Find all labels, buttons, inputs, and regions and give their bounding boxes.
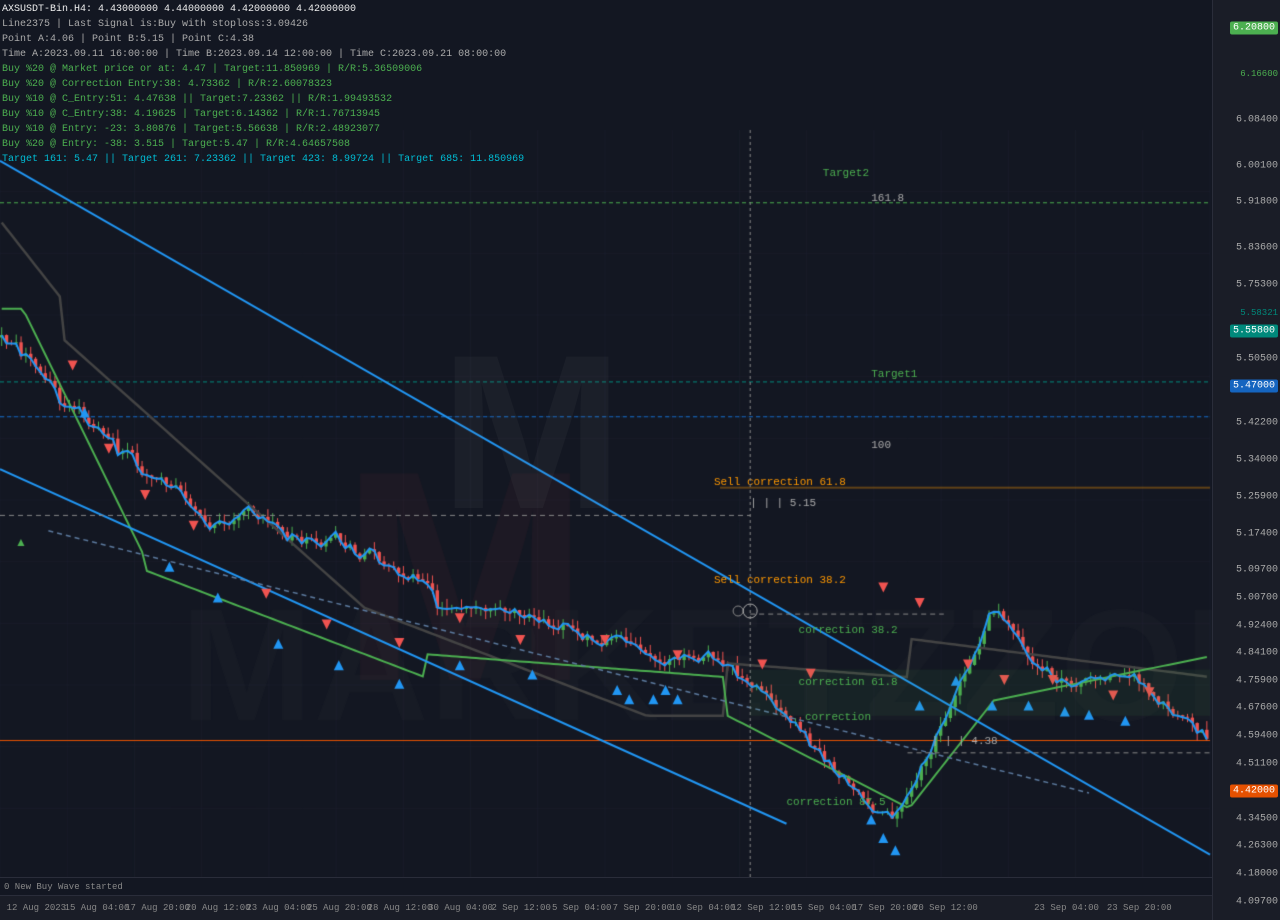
price-5470: 5.47000 [1230,380,1278,393]
bottom-bar-text: 0 New Buy Wave started [4,882,123,892]
time-4: 23 Aug 04:00 [246,903,311,913]
time-10: 7 Sep 20:00 [613,903,672,913]
time-13: 15 Sep 04:00 [792,903,857,913]
price-4097: 4.09700 [1236,896,1278,907]
bottom-bar: 0 New Buy Wave started [0,877,1212,895]
price-5918: 5.91800 [1236,197,1278,208]
time-11: 10 Sep 04:00 [671,903,736,913]
price-4676: 4.67600 [1236,703,1278,714]
time-axis: 12 Aug 2023 15 Aug 04:00 17 Aug 20:00 20… [0,895,1212,920]
price-6166: 6.16600 [1240,69,1278,79]
price-5007: 5.00700 [1236,593,1278,604]
price-4594: 4.59400 [1236,731,1278,742]
price-4345: 4.34500 [1236,813,1278,824]
time-15: 20 Sep 12:00 [913,903,978,913]
time-3: 20 Aug 12:00 [186,903,251,913]
time-17: 23 Sep 20:00 [1107,903,1172,913]
price-6084: 6.08400 [1236,114,1278,125]
price-4180: 4.18000 [1236,869,1278,880]
price-5505: 5.50500 [1236,353,1278,364]
chart-container: M AXSUSDT-Bin.H4: 4.43000000 4.44000000 … [0,0,1280,920]
price-5340: 5.34000 [1236,455,1278,466]
time-7: 30 Aug 04:00 [428,903,493,913]
price-4263: 4.26300 [1236,841,1278,852]
time-12: 12 Sep 12:00 [731,903,796,913]
price-4420: 4.42000 [1230,785,1278,798]
time-0: 12 Aug 2023 [7,903,66,913]
price-6208: 6.20800 [1230,21,1278,34]
chart-canvas [0,0,1280,920]
price-5174: 5.17400 [1236,528,1278,539]
price-6001: 6.00100 [1236,160,1278,171]
time-8: 2 Sep 12:00 [491,903,550,913]
price-4924: 4.92400 [1236,620,1278,631]
time-1: 15 Aug 04:00 [65,903,130,913]
price-5753: 5.75300 [1236,280,1278,291]
price-4759: 4.75900 [1236,675,1278,686]
price-4841: 4.84100 [1236,648,1278,659]
time-6: 28 Aug 12:00 [368,903,433,913]
price-5259: 5.25900 [1236,491,1278,502]
price-5422: 5.42200 [1236,418,1278,429]
price-5836: 5.83600 [1236,243,1278,254]
time-5: 25 Aug 20:00 [307,903,372,913]
price-5558: 5.55800 [1230,325,1278,338]
price-axis: 6.20800 6.16600 6.08400 6.00100 5.91800 … [1212,0,1280,920]
time-16: 23 Sep 04:00 [1034,903,1099,913]
time-9: 5 Sep 04:00 [552,903,611,913]
price-5097: 5.09700 [1236,565,1278,576]
time-2: 17 Aug 20:00 [125,903,190,913]
price-4511: 4.51100 [1236,758,1278,769]
price-5583: 5.58321 [1240,308,1278,318]
time-14: 17 Sep 20:00 [852,903,917,913]
